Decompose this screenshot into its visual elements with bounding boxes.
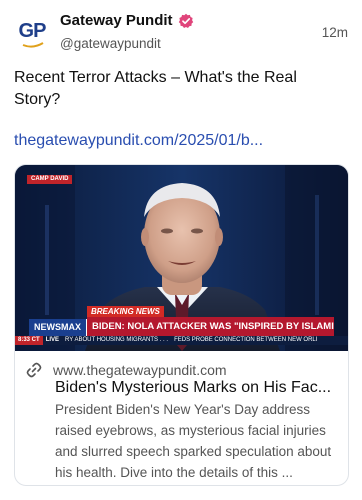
card-domain: www.thegatewaypundit.com (53, 362, 227, 378)
avatar[interactable]: GP (12, 14, 52, 54)
post-link[interactable]: thegatewaypundit.com/2025/01/b... (14, 130, 344, 152)
link-card[interactable]: CAMP DAVID BREAKING NEWS NEWSMAX BIDEN: … (14, 164, 349, 486)
logo-swoosh-icon (22, 42, 44, 48)
link-icon (26, 362, 42, 378)
gateway-pundit-logo: GP (18, 19, 47, 42)
tv-headline: BIDEN: NOLA ATTACKER WAS "INSPIRED BY IS… (87, 317, 334, 336)
display-name[interactable]: Gateway Pundit (60, 12, 173, 29)
card-title: Biden's Mysterious Marks on His Fac... (55, 379, 332, 396)
breaking-news-label: BREAKING NEWS (87, 306, 164, 317)
news-ticker: 8:33 CT LIVE RY ABOUT HOUSING MIGRANTS . .… (15, 336, 348, 345)
author-name-row: Gateway Pundit (60, 12, 194, 29)
post[interactable]: GP Gateway Pundit @gatewaypundit 12m Rec… (0, 0, 362, 500)
corner-tag: CAMP DAVID (27, 175, 73, 184)
network-logo: NEWSMAX (29, 319, 87, 336)
card-description: President Biden's New Year's Day address… (55, 402, 332, 480)
ticker-live: LIVE (45, 337, 60, 343)
post-text: Recent Terror Attacks – What's the Real … (14, 69, 297, 108)
ticker-item: FEDS PROBE CONNECTION BETWEEN NEW ORLI (174, 337, 318, 343)
ticker-clock: 8:33 CT (15, 336, 43, 345)
ticker-item: RY ABOUT HOUSING MIGRANTS . . . (65, 337, 169, 343)
handle[interactable]: @gatewaypundit (60, 36, 161, 51)
card-image[interactable]: CAMP DAVID BREAKING NEWS NEWSMAX BIDEN: … (15, 165, 348, 351)
post-time[interactable]: 12m (322, 25, 348, 40)
verified-badge-icon (178, 13, 193, 28)
